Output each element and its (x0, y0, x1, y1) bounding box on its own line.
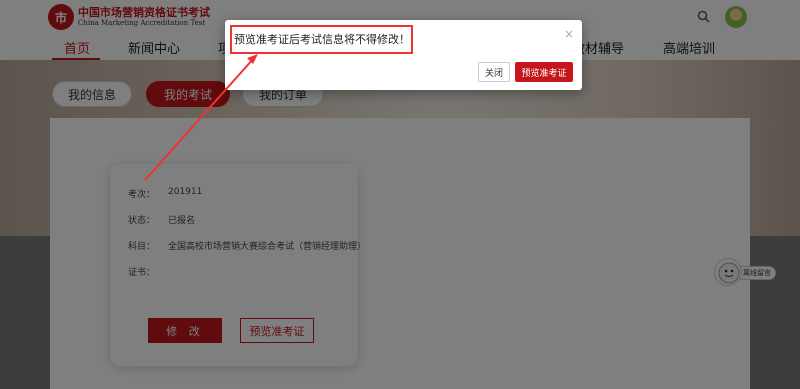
annotation-highlight-box (230, 25, 413, 54)
close-icon[interactable]: × (564, 27, 574, 41)
dialog-close-button[interactable]: 关闭 (478, 62, 510, 82)
dialog-preview-button[interactable]: 预览准考证 (515, 62, 573, 82)
